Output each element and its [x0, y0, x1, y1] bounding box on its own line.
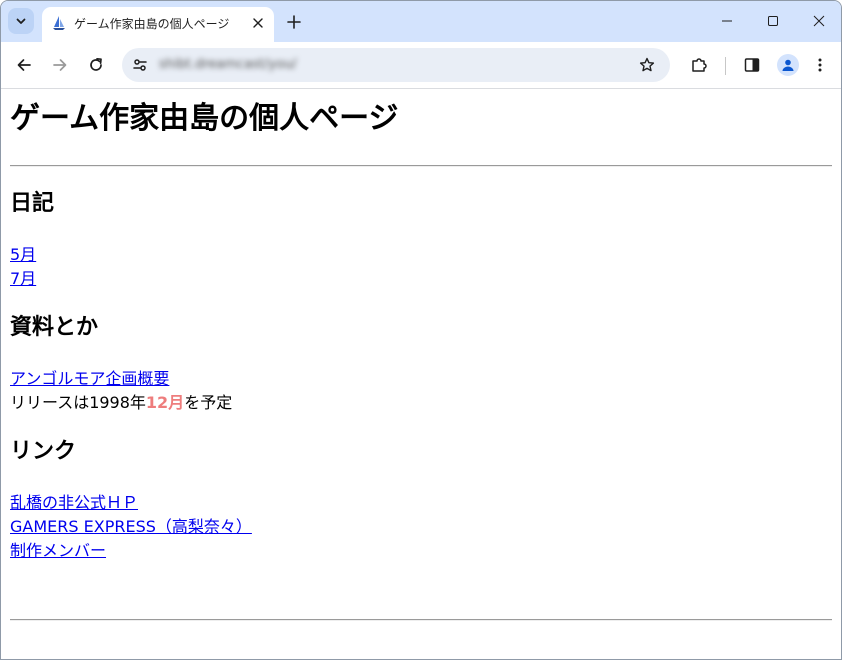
browser-window: ゲーム作家由島の個人ページ shibt.dreamcast/you/ ゲーム作家…: [0, 0, 842, 660]
tab-close-button[interactable]: [249, 14, 267, 32]
arrow-right-icon: [53, 59, 67, 71]
kebab-menu-icon: [818, 58, 822, 72]
extensions-button[interactable]: [684, 50, 714, 80]
active-tab[interactable]: ゲーム作家由島の個人ページ: [42, 7, 274, 42]
arrow-left-icon: [17, 59, 31, 71]
browser-toolbar: shibt.dreamcast/you/: [1, 42, 841, 89]
browser-menu-button[interactable]: [805, 50, 835, 80]
release-month-highlight: 12月: [145, 393, 185, 412]
maximize-button[interactable]: [750, 7, 796, 35]
reload-button[interactable]: [81, 50, 111, 80]
profile-button[interactable]: [777, 54, 799, 76]
minimize-button[interactable]: [704, 7, 750, 35]
sailboat-icon: [53, 16, 65, 30]
forward-button[interactable]: [45, 50, 75, 80]
puzzle-icon: [692, 58, 707, 72]
diary-link-july[interactable]: 7月: [10, 269, 36, 288]
close-icon: [253, 18, 263, 28]
minimize-icon: [722, 20, 732, 22]
top-divider: [10, 165, 832, 167]
side-panel-icon: [744, 58, 760, 72]
links-heading: リンク: [10, 439, 77, 464]
maximize-icon: [768, 16, 778, 26]
star-icon: [639, 57, 655, 72]
new-tab-button[interactable]: [283, 11, 305, 33]
tab-search-button[interactable]: [8, 8, 34, 34]
list-item: 乱橋の非公式ＨＰ: [10, 491, 138, 515]
tune-icon: [133, 59, 147, 71]
materials-heading: 資料とか: [10, 315, 99, 340]
site-info-button[interactable]: [129, 54, 151, 76]
list-item: 制作メンバー: [10, 539, 106, 563]
link-gamers-express[interactable]: GAMERS EXPRESS（高梨奈々）: [10, 517, 252, 536]
list-item: 7月: [10, 267, 36, 291]
chevron-down-icon: [16, 18, 26, 24]
bookmark-button[interactable]: [636, 54, 658, 76]
person-icon: [782, 59, 794, 71]
link-unofficial-hp[interactable]: 乱橋の非公式ＨＰ: [10, 493, 138, 512]
toolbar-separator: [725, 57, 726, 75]
address-bar[interactable]: shibt.dreamcast/you/: [122, 48, 670, 82]
side-panel-button[interactable]: [737, 50, 767, 80]
close-icon: [813, 15, 825, 27]
tab-strip: ゲーム作家由島の個人ページ: [1, 1, 841, 42]
plus-icon: [287, 15, 301, 29]
project-overview-link[interactable]: アンゴルモア企画概要: [10, 369, 169, 388]
list-item: アンゴルモア企画概要: [10, 367, 169, 391]
list-item: GAMERS EXPRESS（高梨奈々）: [10, 515, 252, 539]
window-close-button[interactable]: [796, 7, 841, 35]
bottom-divider: [10, 619, 832, 621]
back-button[interactable]: [9, 50, 39, 80]
release-note: リリースは1998年12月を予定: [10, 391, 232, 415]
reload-icon: [90, 57, 102, 71]
page-content: ゲーム作家由島の個人ページ 日記 5月 7月 資料とか アンゴルモア企画概要 リ…: [1, 89, 841, 659]
diary-link-may[interactable]: 5月: [10, 245, 36, 264]
release-suffix: を予定: [184, 393, 233, 412]
diary-heading: 日記: [10, 191, 55, 216]
link-production-members[interactable]: 制作メンバー: [10, 541, 106, 560]
release-prefix: リリースは1998年: [10, 393, 146, 412]
tab-title: ゲーム作家由島の個人ページ: [74, 17, 230, 31]
page-title: ゲーム作家由島の個人ページ: [10, 101, 399, 136]
url-text: shibt.dreamcast/you/: [159, 57, 297, 72]
list-item: 5月: [10, 243, 36, 267]
